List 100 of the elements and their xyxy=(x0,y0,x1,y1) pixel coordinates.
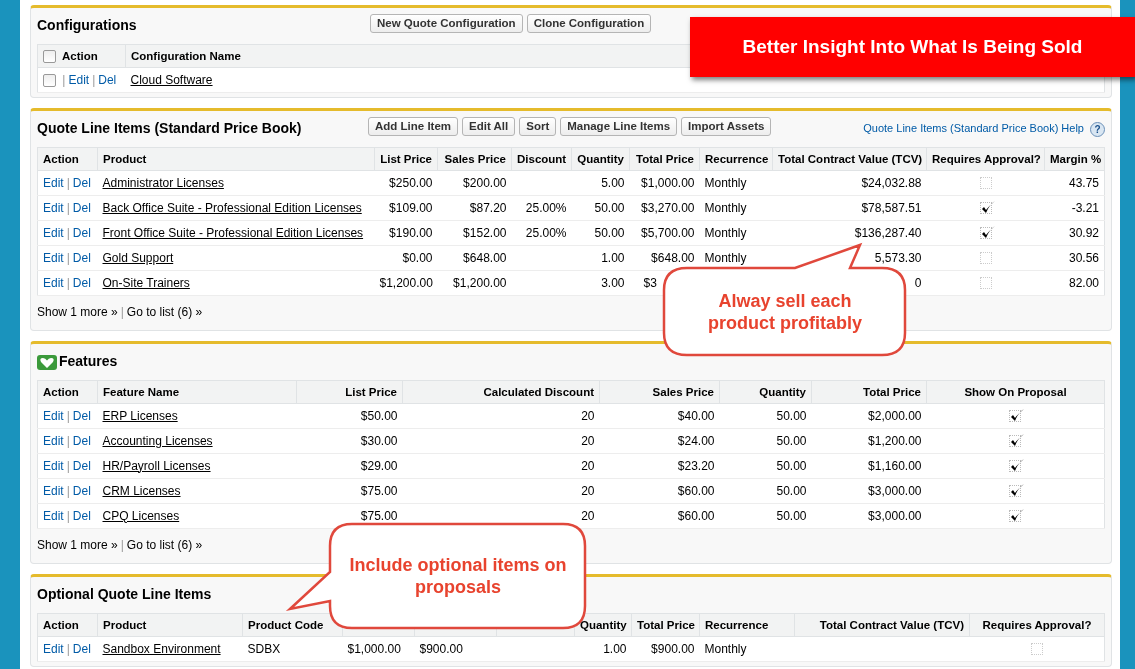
separator: | xyxy=(66,408,70,423)
table-cell: $1,200.00 xyxy=(453,275,507,290)
checkbox[interactable] xyxy=(979,177,992,190)
column-header: Total Price xyxy=(863,385,921,398)
action-link[interactable]: Edit xyxy=(43,641,64,656)
separator: | xyxy=(66,225,70,240)
separator: | xyxy=(66,275,70,290)
checkbox[interactable] xyxy=(1030,643,1043,656)
toolbar-button[interactable]: Add Line Item xyxy=(368,117,459,136)
action-link[interactable]: Del xyxy=(72,483,91,498)
checkbox[interactable] xyxy=(979,227,992,240)
action-link[interactable]: Edit xyxy=(43,175,64,190)
action-link[interactable]: Del xyxy=(72,641,91,656)
features-icon xyxy=(37,354,57,370)
action-link[interactable]: Edit xyxy=(43,275,64,290)
list-link[interactable]: Go to list (6) » xyxy=(126,305,203,319)
product-link[interactable]: Cloud Software xyxy=(130,72,213,87)
action-link[interactable]: Edit xyxy=(43,508,64,523)
checkbox[interactable] xyxy=(1009,510,1022,523)
checkbox[interactable] xyxy=(979,252,992,265)
checkbox[interactable] xyxy=(43,73,56,87)
column-header: Sales Price xyxy=(652,385,714,398)
column-header: Product xyxy=(103,618,147,631)
product-link[interactable]: On-Site Trainers xyxy=(102,275,190,290)
action-link[interactable]: Del xyxy=(72,433,91,448)
table-cell: 5.00 xyxy=(601,175,625,190)
product-link[interactable]: Front Office Suite - Professional Edition Licenses xyxy=(102,225,364,240)
action-link[interactable]: Del xyxy=(72,275,91,290)
separator: | xyxy=(120,305,124,319)
help-icon[interactable]: ? xyxy=(1090,121,1105,137)
product-link[interactable]: CPQ Licenses xyxy=(102,508,180,523)
product-link[interactable]: ERP Licenses xyxy=(102,408,178,423)
action-link[interactable]: Edit xyxy=(43,200,64,215)
action-link[interactable]: Edit xyxy=(43,408,64,423)
table-cell: 50.00 xyxy=(776,433,807,448)
action-link[interactable]: Del xyxy=(72,508,91,523)
list-link[interactable]: Show 1 more » xyxy=(37,538,118,552)
action-link[interactable]: Del xyxy=(72,225,91,240)
callout-text: Alway sell each product profitably xyxy=(707,290,863,334)
checkbox[interactable] xyxy=(1009,485,1022,498)
product-link[interactable]: Gold Support xyxy=(102,250,174,265)
product-link[interactable]: Back Office Suite - Professional Edition Licenses xyxy=(102,200,362,215)
help-link[interactable]: Quote Line Items (Standard Price Book) Help xyxy=(863,122,1084,136)
toolbar-button[interactable]: Sort xyxy=(519,117,557,136)
table-cell: 43.75 xyxy=(1068,175,1099,190)
action-link[interactable]: Del xyxy=(98,72,117,87)
toolbar-button[interactable]: Edit All xyxy=(462,117,516,136)
table-cell: 1.00 xyxy=(601,250,625,265)
column-header: Action xyxy=(43,618,79,631)
table-cell: $5,700.00 xyxy=(641,225,695,240)
action-link[interactable]: Edit xyxy=(68,72,90,87)
table-cell: 1.00 xyxy=(603,641,627,656)
toolbar-button[interactable]: New Quote Configuration xyxy=(370,14,523,33)
separator: | xyxy=(62,72,66,87)
action-link[interactable]: Del xyxy=(72,458,91,473)
table-cell: 30.56 xyxy=(1068,250,1099,265)
table-cell: $24,032.88 xyxy=(861,175,922,190)
action-link[interactable]: Del xyxy=(72,250,91,265)
checkbox[interactable] xyxy=(1009,435,1022,448)
product-link[interactable]: Accounting Licenses xyxy=(102,433,213,448)
toolbar-button[interactable]: Import Assets xyxy=(681,117,772,136)
table-cell: 30.92 xyxy=(1068,225,1099,240)
list-link[interactable]: Go to list (6) » xyxy=(126,538,203,552)
table-cell: $60.00 xyxy=(677,508,715,523)
column-header: List Price xyxy=(345,385,397,398)
separator: | xyxy=(66,175,70,190)
toolbar-button[interactable]: Clone Configuration xyxy=(526,14,652,33)
product-link[interactable]: Sandbox Environment xyxy=(102,641,221,656)
product-link[interactable]: CRM Licenses xyxy=(102,483,181,498)
table-cell: Monthly xyxy=(704,641,747,656)
action-link[interactable]: Edit xyxy=(43,225,64,240)
column-header: Total Price xyxy=(636,152,694,165)
table-cell: 50.00 xyxy=(776,458,807,473)
column-header: Action xyxy=(43,152,79,165)
banner: Better Insight Into What Is Being Sold xyxy=(690,17,1135,77)
action-link[interactable]: Edit xyxy=(43,433,64,448)
checkbox[interactable] xyxy=(1009,410,1022,423)
separator: | xyxy=(66,250,70,265)
column-header: Margin % xyxy=(1050,152,1102,165)
column-header: Action xyxy=(43,385,79,398)
list-link[interactable]: Show 1 more » xyxy=(37,305,118,319)
action-link[interactable]: Del xyxy=(72,408,91,423)
product-link[interactable]: HR/Payroll Licenses xyxy=(102,458,211,473)
action-link[interactable]: Edit xyxy=(43,458,64,473)
checkbox[interactable] xyxy=(979,202,992,215)
column-header: Product xyxy=(103,152,147,165)
checkbox[interactable] xyxy=(979,277,992,290)
table-cell: $648.00 xyxy=(651,250,695,265)
action-link[interactable]: Edit xyxy=(43,483,64,498)
action-link[interactable]: Edit xyxy=(43,250,64,265)
panel-title: Quote Line Items (Standard Price Book) xyxy=(37,120,302,138)
table-cell: 20 xyxy=(581,508,595,523)
action-link[interactable]: Del xyxy=(72,175,91,190)
product-link[interactable]: Administrator Licenses xyxy=(102,175,224,190)
table-cell: $250.00 xyxy=(389,175,433,190)
table-cell: 20 xyxy=(581,408,595,423)
checkbox[interactable] xyxy=(43,50,56,64)
toolbar-button[interactable]: Manage Line Items xyxy=(560,117,678,136)
checkbox[interactable] xyxy=(1009,460,1022,473)
action-link[interactable]: Del xyxy=(72,200,91,215)
